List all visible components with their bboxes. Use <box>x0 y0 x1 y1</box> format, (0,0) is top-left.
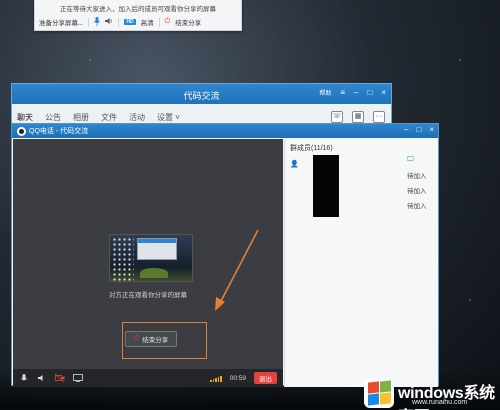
call-window-controls: – □ × <box>404 125 434 134</box>
group-toolbar: ☏ ▦ ··· <box>331 111 385 123</box>
end-share-bar-button[interactable]: 结束分享 <box>175 17 201 27</box>
group-title-bar: 代码交流 帮助 ≡ – □ × <box>12 84 391 104</box>
member-status-list: 🖵 待加入 待加入 待加入 <box>407 156 427 210</box>
microphone-icon[interactable] <box>19 373 29 383</box>
preview-landscape <box>140 268 168 278</box>
screen-share-icon[interactable] <box>73 374 83 383</box>
maximize-icon[interactable]: □ <box>416 125 421 134</box>
person-icon: 👤 <box>290 161 299 168</box>
screen-share-bar: 正在等待大家进入，加入后的成员可观看你分享的屏幕 准备分享屏幕... HD 高清… <box>34 0 242 31</box>
camera-off-icon[interactable] <box>55 374 65 383</box>
exit-button[interactable]: 退出 <box>254 372 277 384</box>
site-watermark: windows系统家园 www.runaihu.com <box>362 376 500 410</box>
qq-call-window: QQ电话 - 代码交流 – □ × 对方正在观看你分享的屏幕 ⏻ 结束分享 00… <box>11 123 439 387</box>
member-panel: 群成员(11/16) 👤 🖵 待加入 待加入 待加入 <box>284 139 438 387</box>
power-icon: ⏻ <box>164 18 171 25</box>
qq-logo-icon <box>17 126 26 136</box>
divider <box>88 17 90 27</box>
prepare-share-label: 准备分享屏幕... <box>39 20 84 27</box>
screen-share-status-icon: 🖵 <box>407 156 414 163</box>
speaker-icon[interactable] <box>37 374 47 383</box>
call-timer: 00:59 <box>229 374 246 382</box>
phone-icon[interactable]: ☏ <box>331 111 343 123</box>
call-title: QQ电话 - 代码交流 <box>17 126 88 136</box>
signal-icon <box>210 375 222 382</box>
close-icon[interactable]: × <box>381 88 386 97</box>
call-title-text: QQ电话 - 代码交流 <box>29 128 89 135</box>
end-share-label: 结束分享 <box>142 337 169 344</box>
help-link[interactable]: 帮助 <box>319 88 331 97</box>
redacted-member-names <box>313 155 339 217</box>
minimize-icon[interactable]: – <box>404 125 408 134</box>
preview-window <box>137 238 177 260</box>
member-status: 待加入 <box>407 173 427 180</box>
hd-badge: HD <box>124 19 136 25</box>
call-control-bar: 00:59 退出 <box>13 369 283 387</box>
microphone-icon[interactable] <box>94 16 101 28</box>
annotation-arrow <box>215 229 259 311</box>
windows-logo-icon <box>364 378 394 408</box>
call-title-bar: QQ电话 - 代码交流 – □ × <box>12 124 438 138</box>
more-icon[interactable]: ··· <box>373 111 385 123</box>
menu-icon[interactable]: ≡ <box>340 88 345 97</box>
close-icon[interactable]: × <box>429 125 434 134</box>
watermark-url: www.runaihu.com <box>412 399 468 406</box>
shared-screen-preview <box>109 234 193 282</box>
calendar-icon[interactable]: ▦ <box>352 111 364 123</box>
speaker-icon[interactable] <box>105 17 113 27</box>
power-icon: ⏻ <box>133 335 140 342</box>
share-video-area: 对方正在观看你分享的屏幕 ⏻ 结束分享 00:59 退出 <box>13 139 283 387</box>
preview-desktop-icons <box>112 237 134 281</box>
end-share-button[interactable]: ⏻ 结束分享 <box>125 331 177 347</box>
window-controls: 帮助 ≡ – □ × <box>319 88 386 97</box>
member-status: 待加入 <box>407 188 427 195</box>
quality-button[interactable]: 高清 <box>141 17 154 27</box>
maximize-icon[interactable]: □ <box>367 88 372 97</box>
divider <box>118 17 120 27</box>
share-waiting-message: 正在等待大家进入，加入后的成员可观看你分享的屏幕 <box>60 6 216 13</box>
member-count-header: 群成员(11/16) <box>290 145 333 152</box>
member-status: 待加入 <box>407 203 427 210</box>
share-bar-controls: 准备分享屏幕... HD 高清 ⏻ 结束分享 <box>39 16 237 28</box>
minimize-icon[interactable]: – <box>354 88 358 97</box>
divider <box>158 17 160 27</box>
